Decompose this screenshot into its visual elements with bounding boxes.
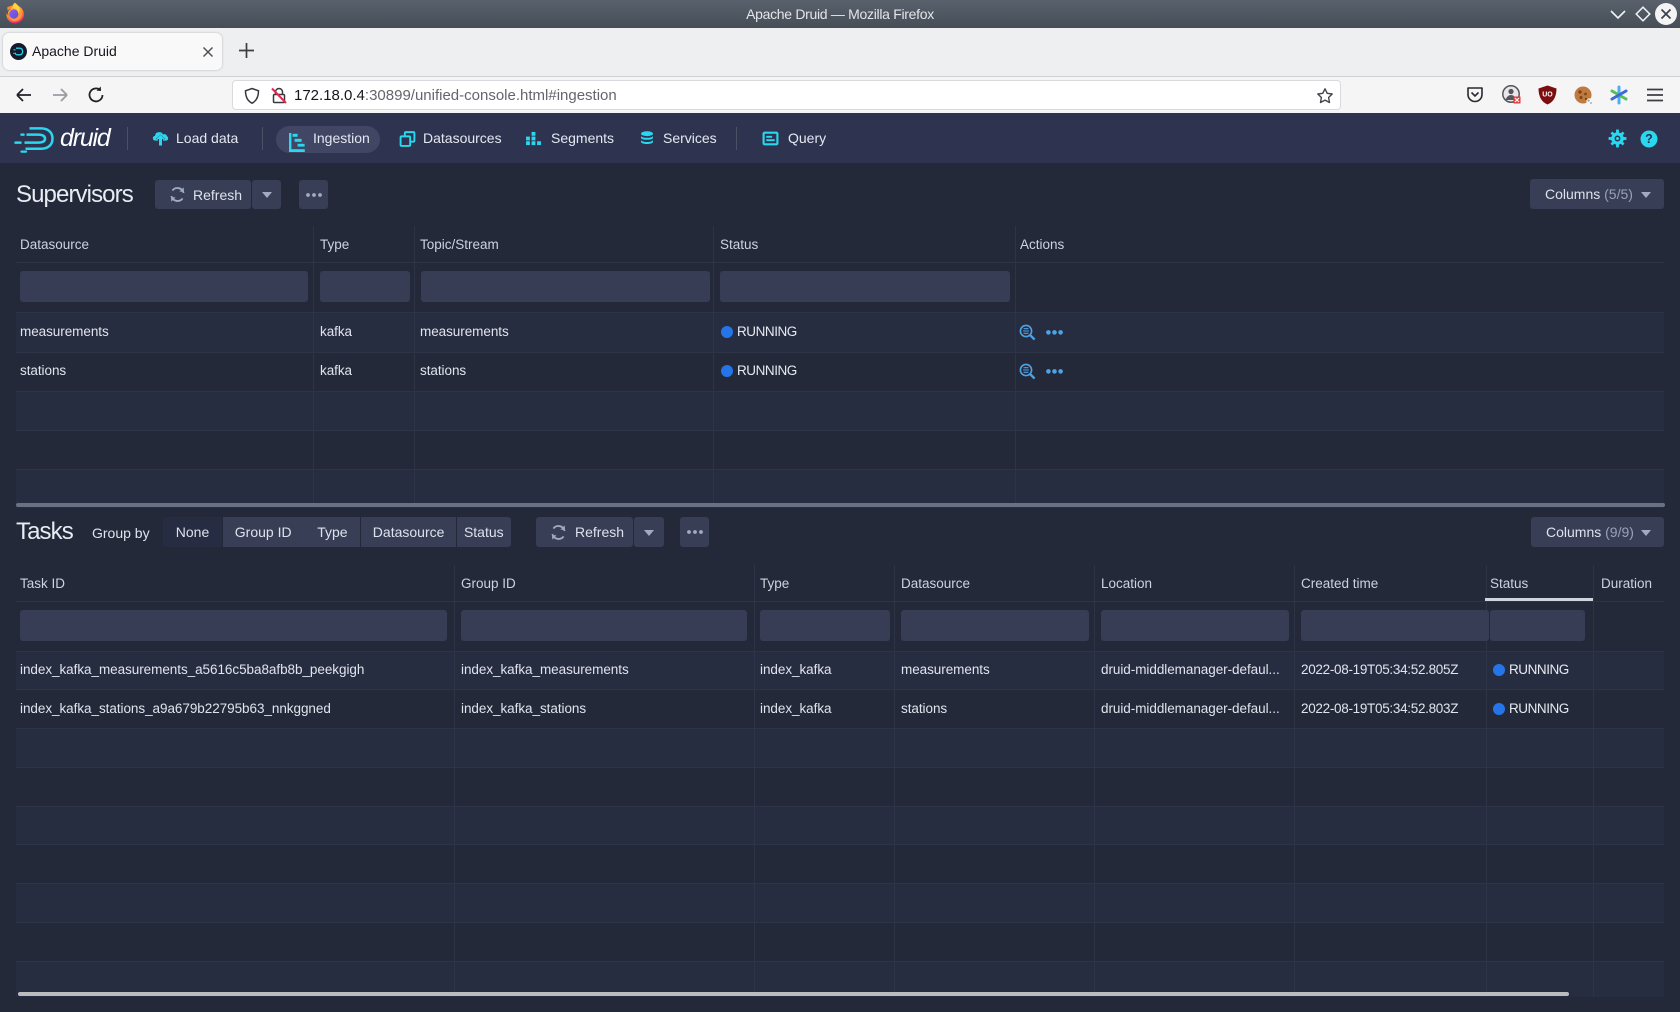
svg-text:UO: UO [1542,92,1553,99]
svg-text:?: ? [1645,132,1653,146]
